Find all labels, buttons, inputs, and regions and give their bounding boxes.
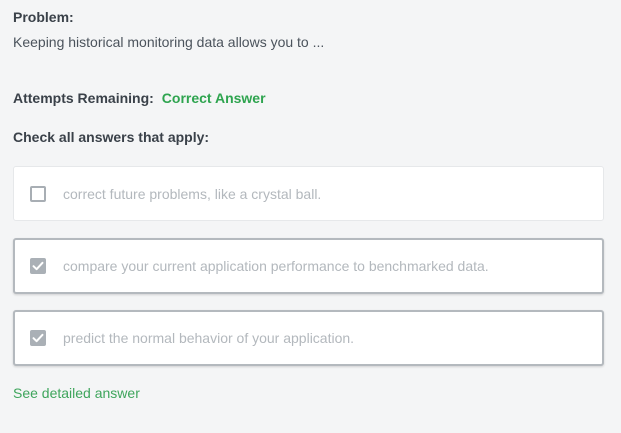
answer-status: Correct Answer xyxy=(161,90,266,106)
checkmark-icon xyxy=(32,333,44,343)
instruction-text: Check all answers that apply: xyxy=(13,129,210,145)
checkmark-icon xyxy=(32,261,44,271)
problem-heading: Problem: xyxy=(13,9,74,25)
answer-option-1[interactable]: correct future problems, like a crystal … xyxy=(13,166,604,221)
answer-option-3[interactable]: predict the normal behavior of your appl… xyxy=(13,310,604,366)
answer-option-label: compare your current application perform… xyxy=(63,258,489,274)
see-detailed-answer-link[interactable]: See detailed answer xyxy=(13,385,140,401)
answer-option-label: predict the normal behavior of your appl… xyxy=(63,330,355,346)
checkbox-checked-icon[interactable] xyxy=(30,330,46,346)
checkbox-checked-icon[interactable] xyxy=(30,258,46,274)
checkbox-unchecked-icon[interactable] xyxy=(30,185,46,202)
problem-text: Keeping historical monitoring data allow… xyxy=(13,34,325,50)
answer-option-label: correct future problems, like a crystal … xyxy=(63,185,322,202)
attempts-label: Attempts Remaining: xyxy=(13,90,154,106)
answer-option-2[interactable]: compare your current application perform… xyxy=(13,238,604,294)
attempts-row: Attempts Remaining: Correct Answer xyxy=(13,90,266,106)
